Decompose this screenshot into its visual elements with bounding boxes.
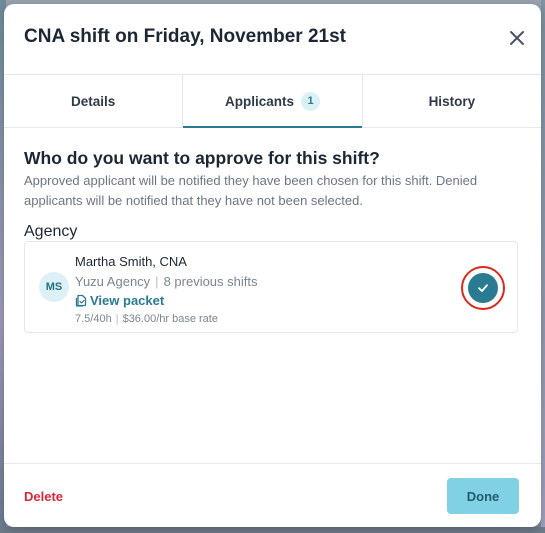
agency-section-label: Agency [24,223,78,240]
backdrop-edge-right [541,0,545,533]
tab-history-label: History [428,93,476,109]
applicant-rate: $36.00/hr base rate [122,313,218,325]
meta-separator: | [155,274,159,289]
modal-footer: Delete Done [4,463,541,527]
applicant-hours-rate: 7.5/40h | $36.00/hr base rate [75,313,218,325]
done-button[interactable]: Done [447,478,519,514]
delete-button[interactable]: Delete [24,489,63,504]
approve-question-heading: Who do you want to approve for this shif… [24,148,380,168]
approve-question-description: Approved applicant will be notified they… [24,173,478,208]
applicant-previous-shifts: 8 previous shifts [163,274,258,289]
tab-history[interactable]: History [361,75,541,127]
tab-bar: Details Applicants 1 History [4,74,541,128]
modal-title: CNA shift on Friday, November 21st [24,26,347,47]
checkmark-icon [478,284,488,292]
applicant-agency: Yuzu Agency [75,274,151,289]
applicants-count-badge: 1 [301,91,320,111]
tab-applicants-label: Applicants [224,93,294,109]
approve-applicant-button[interactable] [468,273,498,303]
applicant-meta: Yuzu Agency | 8 previous shifts [75,274,258,289]
close-icon [510,31,524,45]
view-packet-link[interactable]: View packet [75,293,164,308]
close-button[interactable] [507,28,527,48]
view-packet-label: View packet [90,293,165,308]
approve-highlight-ring [461,266,505,310]
tab-applicants[interactable]: Applicants 1 [182,75,362,128]
tab-details[interactable]: Details [4,75,182,127]
tab-details-label: Details [71,93,116,109]
shift-modal: CNA shift on Friday, November 21st Detai… [4,4,541,527]
modal-header: CNA shift on Friday, November 21st [4,4,541,74]
applicant-hours: 7.5/40h [75,313,112,325]
document-icon [75,294,87,307]
backdrop-edge-bottom [0,527,545,533]
applicant-name: Martha Smith, CNA [75,254,187,269]
avatar: MS [39,272,69,302]
applicant-card: MS Martha Smith, CNA Yuzu Agency | 8 previ… [24,241,518,333]
rate-separator: | [115,313,119,325]
